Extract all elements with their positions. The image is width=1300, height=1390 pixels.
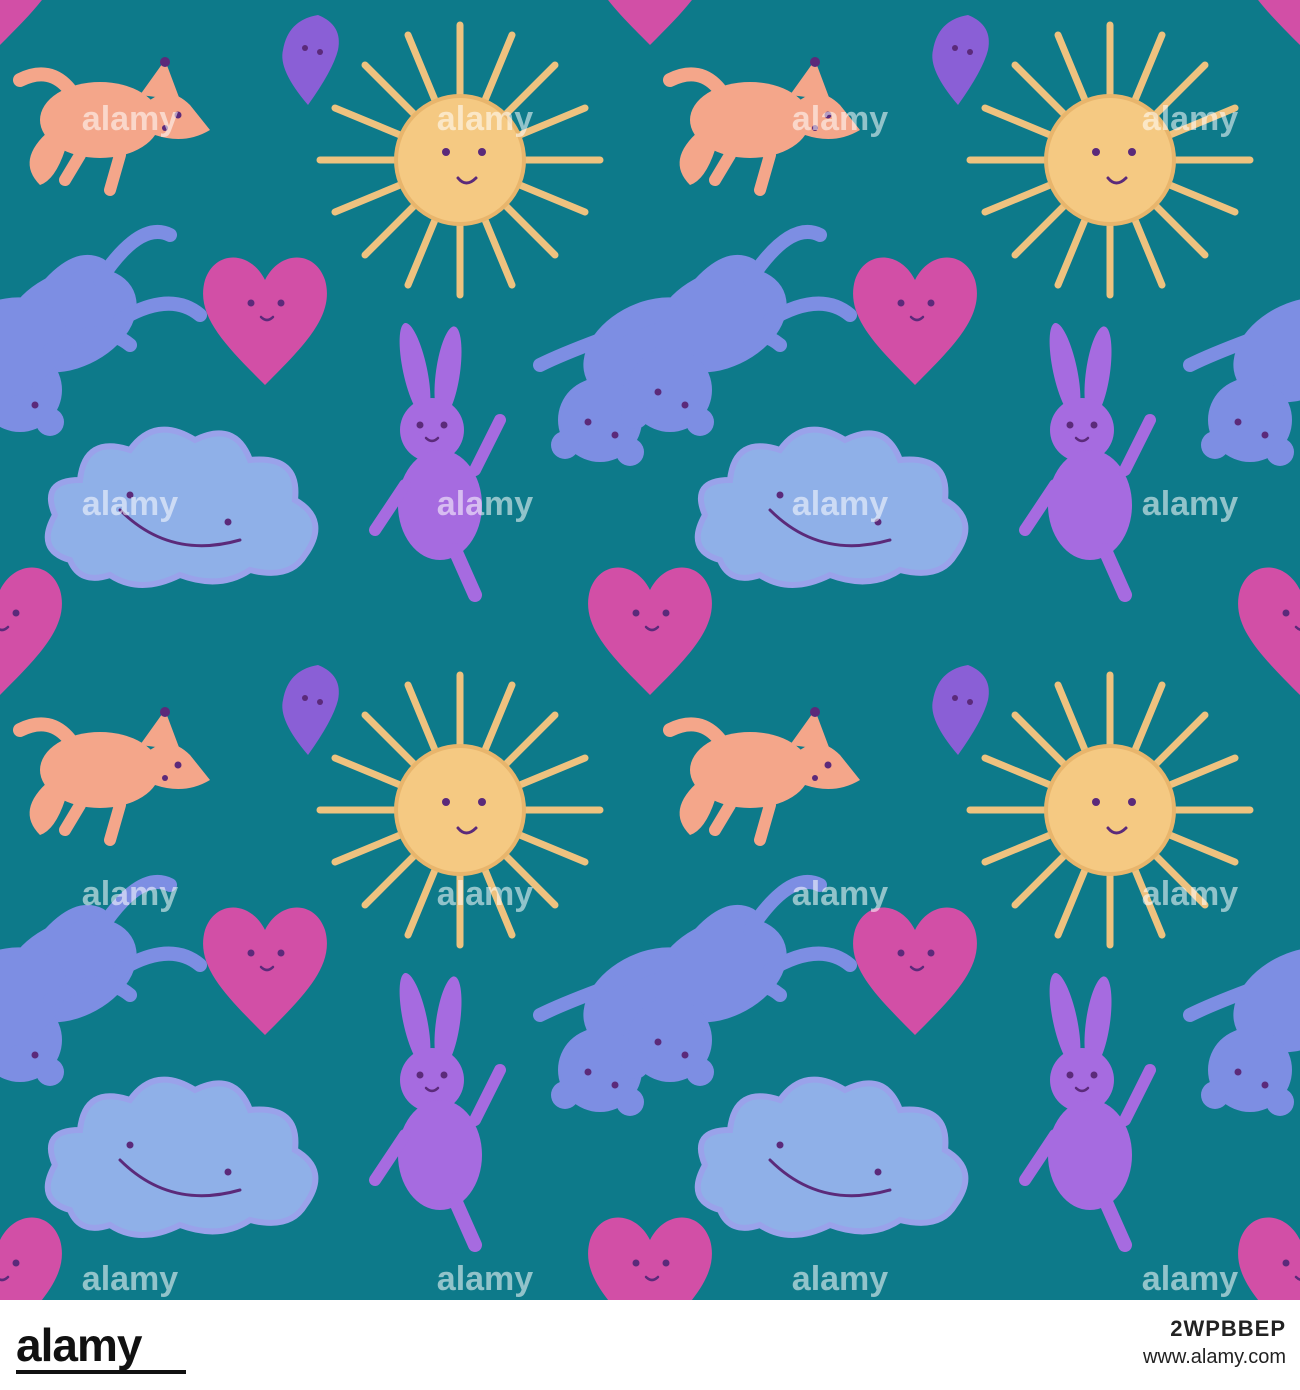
watermark-text: alamy [1142, 100, 1238, 138]
watermark-text: alamy [437, 875, 533, 913]
watermark-text: alamy [437, 485, 533, 523]
footer-logo[interactable]: alamy [16, 1318, 142, 1372]
stock-footer-bar: alamy 2WPBBEP www.alamy.com [0, 1300, 1300, 1390]
footer-meta: 2WPBBEP www.alamy.com [1143, 1316, 1286, 1369]
watermark-text: alamy [82, 485, 178, 523]
site-url[interactable]: www.alamy.com [1143, 1346, 1286, 1369]
watermark-text: alamy [792, 485, 888, 523]
watermark-text: alamy [792, 875, 888, 913]
watermark-text: alamy [1142, 485, 1238, 523]
watermark-text: alamy [82, 875, 178, 913]
watermark-text: alamy [437, 100, 533, 138]
watermark-text: alamy [82, 100, 178, 138]
pattern-canvas: alamy alamy alamy alamy alamy alamy alamy alamy… [0, 0, 1300, 1300]
watermark-text: alamy [82, 1260, 178, 1298]
watermark-text: alamy [1142, 875, 1238, 913]
image-id: 2WPBBEP [1170, 1316, 1286, 1341]
footer-logo-underline [16, 1370, 186, 1374]
watermark-text: alamy [1142, 1260, 1238, 1298]
watermark-text: alamy [437, 1260, 533, 1298]
sun-icon [320, 25, 600, 295]
sun-icon [970, 25, 1250, 295]
seamless-pattern-artwork: alamy alamy alamy alamy alamy alamy alamy alamy… [0, 0, 1300, 1300]
watermark-text: alamy [792, 1260, 888, 1298]
watermark-text: alamy [792, 100, 888, 138]
